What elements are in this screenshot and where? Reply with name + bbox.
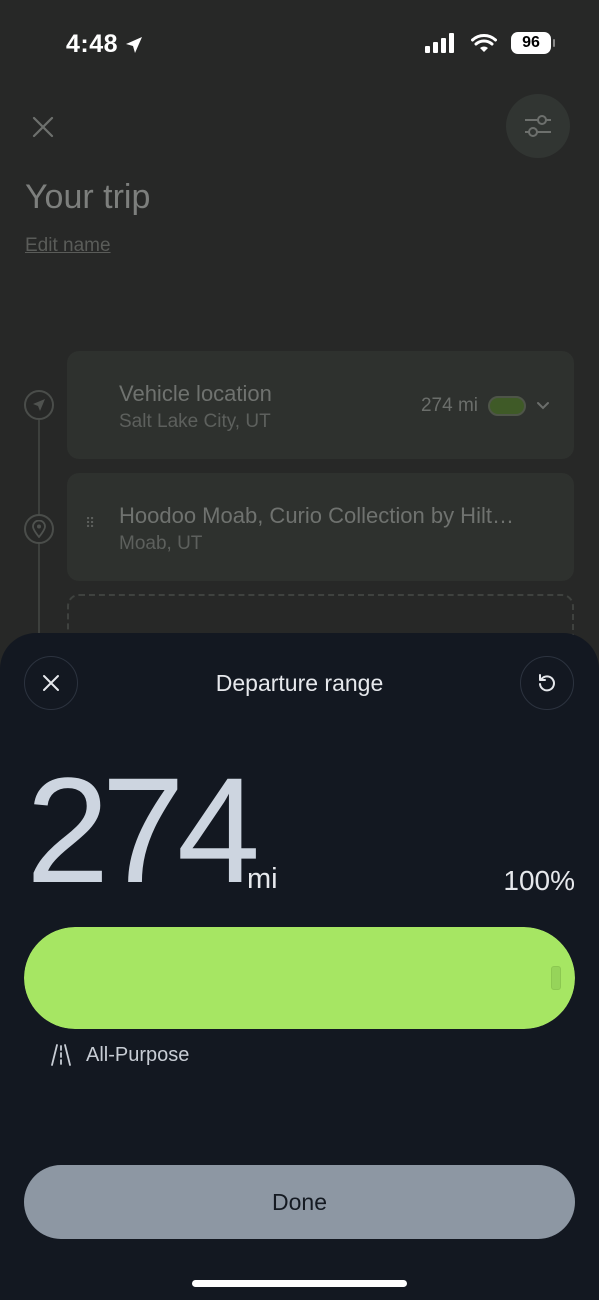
drag-handle-icon[interactable]: ⠿ bbox=[85, 516, 95, 530]
clock-label: 4:48 bbox=[66, 30, 119, 58]
destination-marker bbox=[24, 514, 54, 544]
vehicle-location-marker bbox=[24, 390, 54, 420]
stop-range[interactable]: 274 mi bbox=[421, 395, 550, 417]
stop-range-label: 274 mi bbox=[420, 395, 478, 416]
battery-indicator: 96 bbox=[511, 32, 555, 54]
stop-card-vehicle-location[interactable]: Vehicle location Salt Lake City, UT 274 … bbox=[67, 351, 574, 459]
battery-level-icon bbox=[488, 396, 526, 416]
trip-title: Your trip bbox=[25, 178, 151, 216]
range-percent: 100% bbox=[503, 865, 575, 896]
stop-card-destination[interactable]: ⠿ Hoodoo Moab, Curio Collection by Hilt…… bbox=[67, 473, 574, 581]
status-indicators: 96 bbox=[425, 32, 555, 54]
departure-range-sheet: Departure range 274 mi 100% All-Purpose … bbox=[0, 633, 599, 1300]
edit-name-link[interactable]: Edit name bbox=[25, 235, 111, 257]
range-slider-fill bbox=[24, 927, 575, 1029]
stop-subtitle: Moab, UT bbox=[119, 533, 203, 554]
stop-subtitle: Salt Lake City, UT bbox=[119, 411, 271, 432]
range-unit: mi bbox=[247, 863, 278, 895]
reset-icon bbox=[539, 674, 555, 692]
cellular-signal-icon bbox=[425, 33, 454, 53]
location-arrow-icon bbox=[126, 36, 143, 53]
road-icon bbox=[51, 1044, 71, 1066]
driving-mode: All-Purpose bbox=[50, 1043, 189, 1067]
sheet-title: Departure range bbox=[215, 670, 384, 696]
chevron-down-icon bbox=[537, 402, 549, 410]
wifi-icon bbox=[471, 34, 497, 52]
range-value: 274 bbox=[26, 746, 260, 914]
done-button[interactable]: Done bbox=[24, 1165, 575, 1239]
stop-title: Vehicle location bbox=[119, 381, 272, 406]
reset-button[interactable] bbox=[520, 656, 574, 710]
trip-settings-button[interactable] bbox=[506, 94, 570, 158]
home-indicator bbox=[192, 1280, 407, 1287]
driving-mode-label: All-Purpose bbox=[86, 1043, 190, 1066]
close-trip-button[interactable] bbox=[26, 110, 60, 144]
stop-title: Hoodoo Moab, Curio Collection by Hilt… bbox=[119, 503, 514, 528]
status-bar: 4:48 96 bbox=[0, 0, 599, 90]
status-time: 4:48 bbox=[66, 30, 144, 59]
range-slider-handle[interactable] bbox=[551, 966, 561, 990]
sliders-icon bbox=[525, 115, 551, 137]
close-icon bbox=[32, 116, 54, 138]
map-pin-icon bbox=[32, 520, 46, 538]
range-slider[interactable] bbox=[24, 927, 575, 1029]
navigation-arrow-icon bbox=[33, 399, 45, 411]
